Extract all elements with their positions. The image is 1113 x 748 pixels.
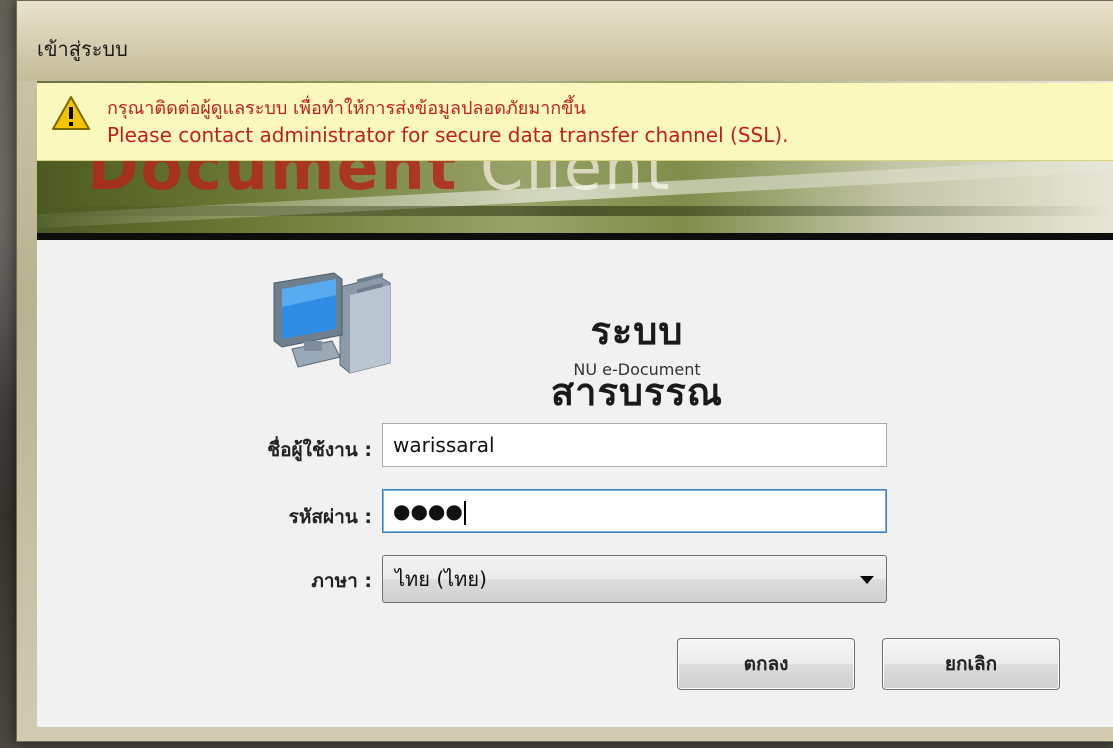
username-label: ชื่อผู้ใช้งาน : bbox=[267, 439, 372, 461]
password-mask: ●●●● bbox=[393, 499, 463, 523]
login-form-panel: ระบบสารบรรณ NU e-Document ชื่อผู้ใช้งาน … bbox=[37, 240, 1113, 727]
language-select[interactable]: ไทย (ไทย) bbox=[382, 555, 887, 603]
warning-text-english: Please contact administrator for secure … bbox=[107, 123, 789, 147]
title-bar[interactable]: เข้าสู่ระบบ bbox=[17, 1, 1113, 81]
password-input[interactable]: ●●●● bbox=[382, 489, 887, 533]
text-caret bbox=[463, 500, 466, 525]
language-label: ภาษา : bbox=[311, 570, 372, 592]
computer-icon bbox=[273, 272, 391, 374]
window-title: เข้าสู่ระบบ bbox=[37, 37, 128, 61]
warning-text-thai: กรุณาติดต่อผู้ดูแลระบบ เพื่อทำให้การส่งข… bbox=[107, 98, 586, 119]
language-selected-value: ไทย (ไทย) bbox=[395, 567, 487, 591]
security-warning-bar: กรุณาติดต่อผู้ดูแลระบบ เพื่อทำให้การส่งข… bbox=[37, 83, 1113, 161]
chevron-down-icon[interactable] bbox=[860, 576, 874, 584]
cancel-button[interactable]: ยกเลิก bbox=[882, 638, 1060, 690]
login-dialog: เข้าสู่ระบบ Document Client กรุณาติดต่อผ… bbox=[16, 0, 1113, 742]
username-input[interactable]: warissaral bbox=[382, 423, 887, 467]
password-label: รหัสผ่าน : bbox=[288, 506, 372, 528]
ok-button[interactable]: ตกลง bbox=[677, 638, 855, 690]
warning-icon bbox=[52, 96, 90, 130]
app-subtitle: NU e-Document bbox=[573, 360, 701, 379]
